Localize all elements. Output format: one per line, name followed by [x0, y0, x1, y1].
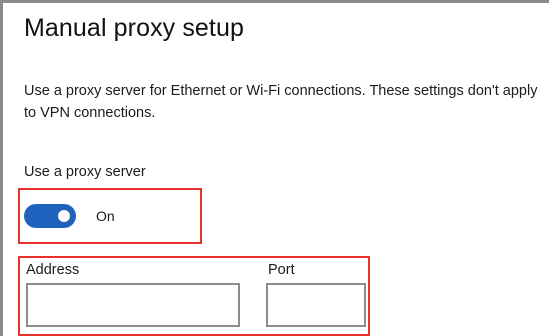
window-frame-left	[0, 0, 3, 336]
use-proxy-label: Use a proxy server	[24, 164, 146, 180]
port-input[interactable]	[266, 283, 366, 327]
page-title: Manual proxy setup	[24, 14, 244, 42]
port-label: Port	[268, 262, 295, 278]
toggle-state-label: On	[96, 208, 115, 224]
window-frame-top	[0, 0, 549, 3]
use-proxy-toggle[interactable]	[24, 204, 76, 228]
proxy-description: Use a proxy server for Ethernet or Wi-Fi…	[24, 83, 538, 121]
address-input[interactable]	[26, 283, 240, 327]
toggle-knob-icon	[58, 210, 70, 222]
address-label: Address	[26, 262, 80, 278]
